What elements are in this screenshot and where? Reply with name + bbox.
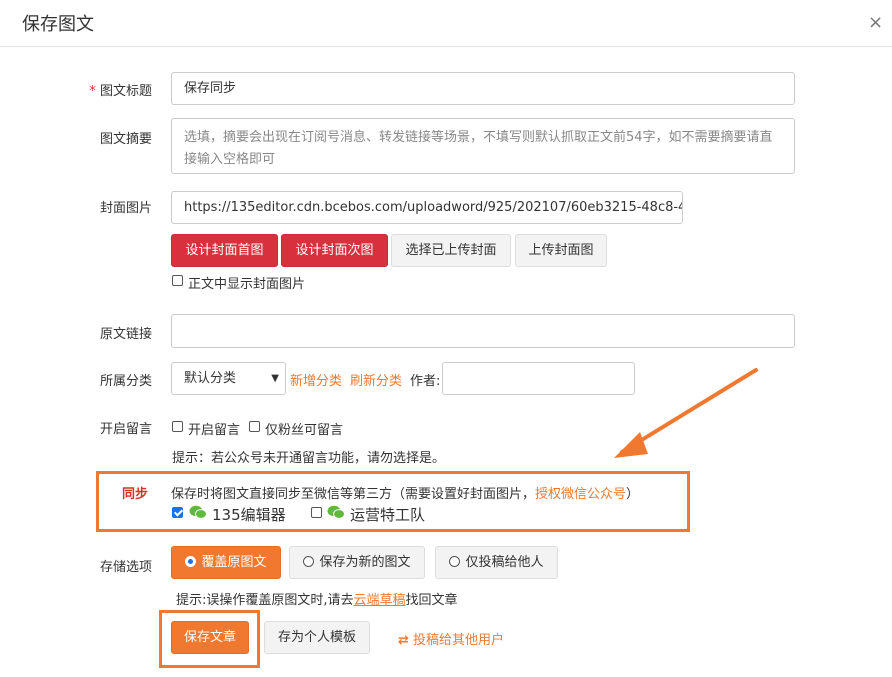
storage-overwrite-label: 覆盖原图文 <box>201 555 267 570</box>
fans-only-label: 仅粉丝可留言 <box>265 423 344 438</box>
storage-hint: 提示:误操作覆盖原图文时,请去云端草稿找回文章 <box>176 589 458 608</box>
storage-save-new-option[interactable]: 保存为新的图文 <box>289 546 425 579</box>
design-cover-first-button[interactable]: 设计封面首图 <box>171 234 278 267</box>
save-template-button[interactable]: 存为个人模板 <box>264 621 370 654</box>
storage-hint-prefix: 提示:误操作覆盖原图文时,请去 <box>176 593 354 608</box>
category-selected-value: 默认分类 <box>184 371 237 386</box>
cloud-draft-link[interactable]: 云端草稿 <box>354 593 406 608</box>
radio-icon <box>303 556 315 567</box>
dialog-header: 保存图文 × <box>0 0 892 47</box>
comment-open-label: 开启留言 <box>188 423 241 438</box>
cover-url-input[interactable]: https://135editor.cdn.bcebos.com/uploadw… <box>171 191 683 224</box>
storage-submit-only-option[interactable]: 仅投稿给他人 <box>435 546 558 579</box>
radio-icon <box>449 556 461 567</box>
title-field-label: * 图文标题 <box>82 80 152 99</box>
save-highlight-box <box>159 610 260 668</box>
comment-hint: 提示：若公众号未开通留言功能，请勿选择是。 <box>172 451 446 466</box>
radio-selected-icon <box>185 556 197 567</box>
add-category-link[interactable]: 新增分类 <box>290 370 342 389</box>
design-cover-second-button[interactable]: 设计封面次图 <box>281 234 388 267</box>
storage-hint-suffix: 找回文章 <box>405 593 458 608</box>
comment-label: 开启留言 <box>99 422 152 437</box>
refresh-category-link[interactable]: 刷新分类 <box>350 370 402 389</box>
storage-overwrite-option[interactable]: 覆盖原图文 <box>171 546 281 579</box>
source-link-input[interactable] <box>171 314 795 348</box>
chevron-down-icon: ▼ <box>271 373 279 384</box>
category-select[interactable]: 默认分类 ▼ <box>171 362 286 395</box>
annotation-arrow-icon <box>614 368 758 458</box>
submit-others-label: 投稿给其他用户 <box>413 633 505 648</box>
upload-cover-button[interactable]: 上传封面图 <box>515 234 607 267</box>
choose-uploaded-cover-button[interactable]: 选择已上传封面 <box>391 234 511 267</box>
summary-textarea[interactable]: 选填，摘要会出现在订阅号消息、转发链接等场景，不填写则默认抓取正文前54字，如不… <box>171 118 795 174</box>
storage-submit-only-label: 仅投稿给他人 <box>465 555 544 570</box>
storage-save-new-label: 保存为新的图文 <box>319 555 411 570</box>
title-label-text: 图文标题 <box>99 84 152 99</box>
storage-label: 存储选项 <box>99 560 152 575</box>
sync-highlight-box <box>96 471 690 532</box>
required-mark: * <box>89 84 96 99</box>
source-link-label: 原文链接 <box>99 327 152 342</box>
cover-label: 封面图片 <box>99 201 152 216</box>
submit-others-link[interactable]: ⇄ 投稿给其他用户 <box>398 629 504 648</box>
category-label: 所属分类 <box>99 374 152 389</box>
fans-only-checkbox[interactable] <box>249 421 260 432</box>
summary-label: 图文摘要 <box>99 132 152 147</box>
show-cover-label: 正文中显示封面图片 <box>188 277 306 292</box>
swap-icon: ⇄ <box>398 633 409 648</box>
author-label: 作者: <box>410 374 441 389</box>
show-cover-checkbox[interactable] <box>172 275 183 286</box>
close-icon[interactable]: × <box>868 12 883 33</box>
dialog-title: 保存图文 <box>22 14 94 35</box>
comment-open-checkbox[interactable] <box>172 421 183 432</box>
title-input[interactable]: 保存同步 <box>171 72 795 105</box>
